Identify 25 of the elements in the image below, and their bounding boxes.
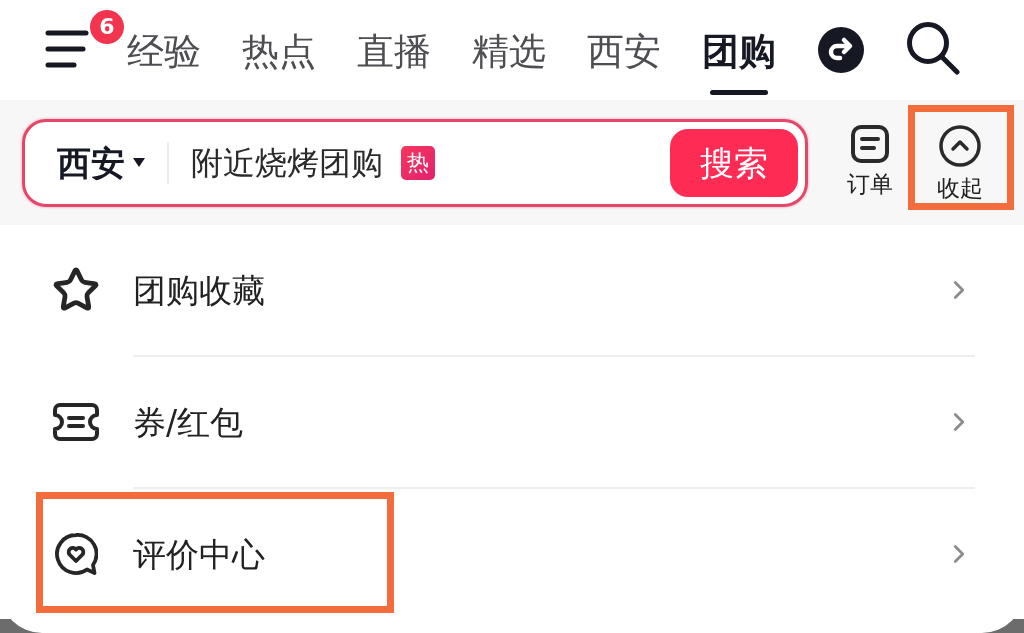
search-button[interactable]: 搜索 <box>670 128 798 197</box>
toolbar-action[interactable]: 收起 <box>928 125 992 200</box>
menu-icon[interactable] <box>45 29 89 69</box>
share-icon[interactable] <box>818 27 864 73</box>
ticket-icon <box>52 402 100 442</box>
menu-item[interactable]: 评价中心 <box>0 489 1024 619</box>
nav-tab[interactable]: 精选 <box>472 0 546 100</box>
document-icon <box>851 125 889 163</box>
unread-count: 6 <box>90 10 124 44</box>
hot-tag: 热 <box>401 145 436 180</box>
chevron-up-icon <box>939 125 981 167</box>
star-icon <box>52 266 100 314</box>
search-icon[interactable] <box>906 21 960 75</box>
nav-tab[interactable]: 经验 <box>127 0 201 100</box>
heart-chat-icon <box>54 532 98 576</box>
search-field[interactable]: 附近烧烤团购 <box>191 143 398 182</box>
menu-item[interactable]: 团购收藏 <box>0 225 1024 355</box>
caret-icon <box>133 158 145 167</box>
nav-tab[interactable]: 西安 <box>587 0 661 100</box>
nav-tab[interactable]: 直播 <box>357 0 431 100</box>
menu-item[interactable]: 券/红包 <box>0 357 1024 487</box>
toolbar-action[interactable]: 订单 <box>838 125 902 196</box>
nav-tab[interactable]: 热点 <box>242 0 316 100</box>
nav-tab[interactable]: 团购 <box>702 0 776 100</box>
city-selector[interactable]: 西安 <box>57 145 145 180</box>
